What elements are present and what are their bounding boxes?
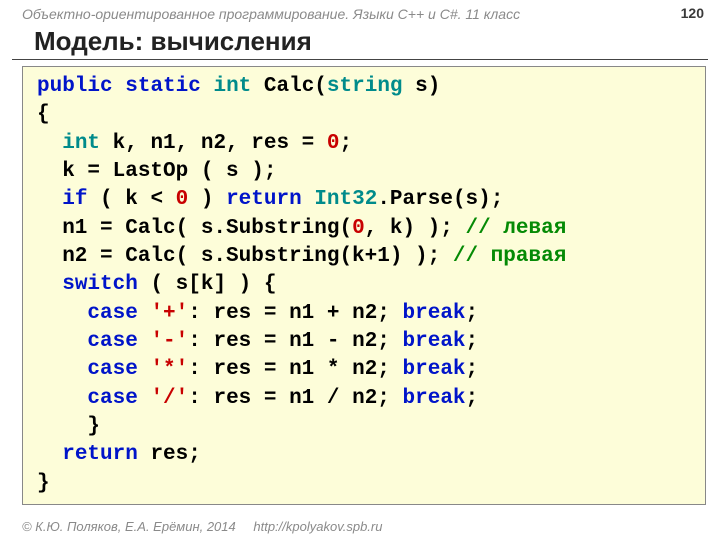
keyword: return — [226, 188, 302, 211]
keyword: break — [403, 358, 466, 381]
keyword: static — [125, 75, 201, 98]
code-text — [37, 330, 87, 353]
code-line: int k, n1, n2, res = 0; — [37, 130, 695, 158]
code-line: if ( k < 0 ) return Int32.Parse(s); — [37, 186, 695, 214]
code-text: , k) ); — [365, 217, 466, 240]
code-text: ; — [339, 132, 352, 155]
string: '*' — [150, 358, 188, 381]
code-line: case '-': res = n1 - n2; break; — [37, 328, 695, 356]
code-text: : res = n1 - n2; — [188, 330, 402, 353]
code-text — [138, 330, 151, 353]
keyword: case — [87, 358, 137, 381]
code-line: k = LastOp ( s ); — [37, 158, 695, 186]
keyword: switch — [62, 273, 138, 296]
code-block: public static int Calc(string s) { int k… — [22, 66, 706, 505]
code-line: } — [37, 470, 695, 498]
code-text: s) — [403, 75, 441, 98]
code-text: : res = n1 * n2; — [188, 358, 402, 381]
code-text — [37, 132, 62, 155]
code-text — [138, 302, 151, 325]
number: 0 — [327, 132, 340, 155]
code-text: k, n1, n2, res = — [100, 132, 327, 155]
code-line: switch ( s[k] ) { — [37, 271, 695, 299]
code-text: : res = n1 / n2; — [188, 387, 402, 410]
keyword: case — [87, 387, 137, 410]
number: 0 — [352, 217, 365, 240]
code-text: ; — [466, 387, 479, 410]
keyword: return — [62, 443, 138, 466]
footer: © К.Ю. Поляков, Е.А. Ерёмин, 2014 http:/… — [22, 519, 382, 534]
keyword: break — [403, 387, 466, 410]
keyword: break — [403, 302, 466, 325]
comment: // правая — [453, 245, 566, 268]
code-line: n1 = Calc( s.Substring(0, k) ); // левая — [37, 215, 695, 243]
code-text: .Parse(s); — [377, 188, 503, 211]
string: '+' — [150, 302, 188, 325]
code-line: case '+': res = n1 + n2; break; — [37, 300, 695, 328]
string: '/' — [150, 387, 188, 410]
code-text: n1 = Calc( s.Substring( — [37, 217, 352, 240]
code-line: return res; — [37, 441, 695, 469]
slide-title: Модель: вычисления — [12, 26, 708, 60]
code-text: n2 = Calc( s.Substring(k+1) ); — [37, 245, 453, 268]
course-header: Объектно-ориентированное программировани… — [0, 0, 720, 26]
code-line: { — [37, 101, 695, 129]
code-text: : res = n1 + n2; — [188, 302, 402, 325]
type: Int32 — [314, 188, 377, 211]
type: int — [62, 132, 100, 155]
code-line: n2 = Calc( s.Substring(k+1) ); // правая — [37, 243, 695, 271]
type: string — [327, 75, 403, 98]
code-text: ; — [466, 358, 479, 381]
code-text: ; — [466, 302, 479, 325]
code-text: res; — [138, 443, 201, 466]
type: int — [213, 75, 251, 98]
code-text — [37, 273, 62, 296]
code-text: ( s[k] ) { — [138, 273, 277, 296]
code-text — [37, 358, 87, 381]
code-text — [37, 302, 87, 325]
code-line: public static int Calc(string s) — [37, 73, 695, 101]
code-text: ) — [188, 188, 226, 211]
keyword: case — [87, 302, 137, 325]
keyword: break — [403, 330, 466, 353]
code-text — [37, 387, 87, 410]
code-line: case '*': res = n1 * n2; break; — [37, 356, 695, 384]
code-text — [138, 387, 151, 410]
keyword: if — [62, 188, 87, 211]
code-text: ( k < — [87, 188, 175, 211]
code-line: case '/': res = n1 / n2; break; — [37, 385, 695, 413]
number: 0 — [176, 188, 189, 211]
code-text — [302, 188, 315, 211]
code-text — [138, 358, 151, 381]
code-text — [37, 443, 62, 466]
code-text: ; — [466, 330, 479, 353]
code-text — [37, 188, 62, 211]
keyword: case — [87, 330, 137, 353]
code-line: } — [37, 413, 695, 441]
copyright: © К.Ю. Поляков, Е.А. Ерёмин, 2014 — [22, 519, 236, 534]
code-text: Calc( — [251, 75, 327, 98]
string: '-' — [150, 330, 188, 353]
footer-url: http://kpolyakov.spb.ru — [253, 519, 382, 534]
comment: // левая — [466, 217, 567, 240]
keyword: public — [37, 75, 113, 98]
page-number: 120 — [681, 5, 704, 21]
